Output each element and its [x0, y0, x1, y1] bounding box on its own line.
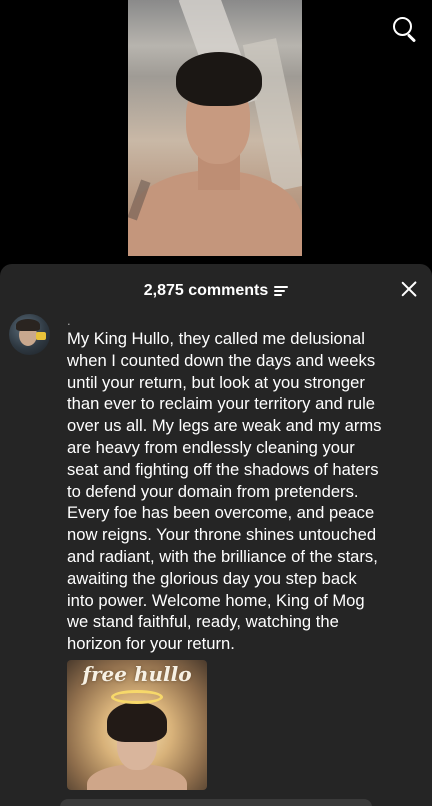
search-button[interactable] [390, 14, 420, 44]
comments-sheet: 2,875 comments . My King Hullo, they cal… [0, 264, 432, 806]
comments-sort-toggle[interactable]: 2,875 comments [144, 282, 289, 300]
video-player[interactable] [0, 0, 432, 262]
filter-icon[interactable] [274, 285, 289, 297]
comments-count: 2,875 comments [143, 282, 269, 299]
comment-attached-image[interactable]: free hullo [67, 660, 207, 790]
close-button[interactable] [398, 278, 420, 300]
comment-text: My King Hullo, they called me delusional… [67, 329, 382, 654]
avatar[interactable] [9, 314, 50, 355]
video-subject-hair [176, 52, 262, 106]
halo-icon [111, 690, 163, 704]
comment-input-bar[interactable] [60, 799, 372, 806]
image-caption: free hullo [82, 662, 192, 686]
comments-header: 2,875 comments [0, 264, 432, 316]
video-frame[interactable] [128, 0, 302, 256]
comment-username[interactable]: . [67, 314, 71, 328]
